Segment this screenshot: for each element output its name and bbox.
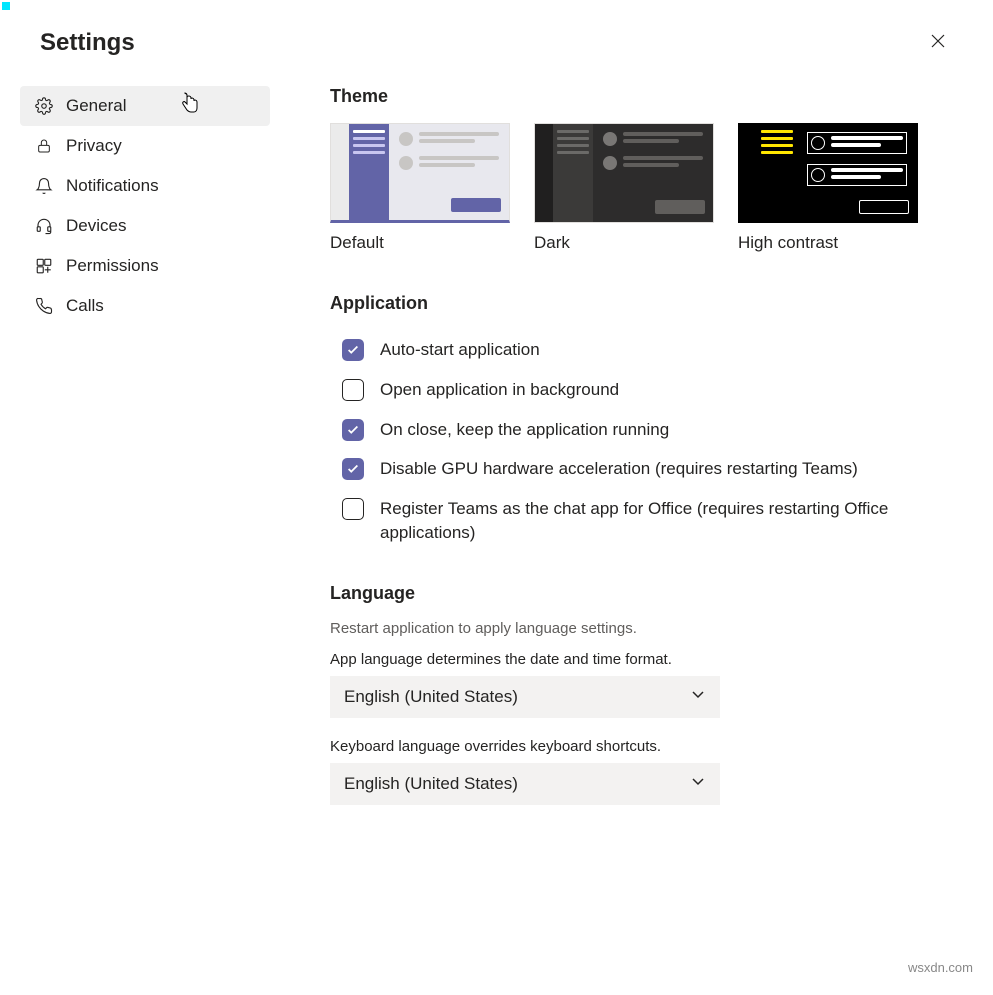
chevron-down-icon bbox=[690, 686, 706, 707]
sidebar-item-label: Calls bbox=[66, 296, 104, 316]
sidebar-item-notifications[interactable]: Notifications bbox=[20, 166, 270, 206]
checkbox-disable-gpu[interactable] bbox=[342, 458, 364, 480]
chevron-down-icon bbox=[690, 773, 706, 794]
checkbox-register-office[interactable] bbox=[342, 498, 364, 520]
theme-option-high-contrast[interactable]: High contrast bbox=[738, 123, 918, 253]
sidebar-item-general[interactable]: General bbox=[20, 86, 270, 126]
application-heading: Application bbox=[330, 293, 953, 314]
checkbox-label: On close, keep the application running bbox=[380, 418, 669, 442]
app-language-select[interactable]: English (United States) bbox=[330, 676, 720, 718]
settings-sidebar: General Privacy Notifications Devices bbox=[20, 86, 270, 825]
app-language-label: App language determines the date and tim… bbox=[330, 651, 953, 668]
checkbox-row-open-background: Open application in background bbox=[330, 370, 953, 410]
sidebar-item-permissions[interactable]: Permissions bbox=[20, 246, 270, 286]
theme-preview-dark bbox=[534, 123, 714, 223]
sidebar-item-privacy[interactable]: Privacy bbox=[20, 126, 270, 166]
sidebar-item-label: Permissions bbox=[66, 256, 159, 276]
pointer-cursor-icon bbox=[180, 92, 200, 121]
sidebar-item-label: General bbox=[66, 96, 126, 116]
sidebar-item-calls[interactable]: Calls bbox=[20, 286, 270, 326]
headset-icon bbox=[34, 216, 54, 236]
theme-option-default[interactable]: Default bbox=[330, 123, 510, 253]
lock-icon bbox=[34, 136, 54, 156]
checkbox-keep-running[interactable] bbox=[342, 419, 364, 441]
sidebar-item-devices[interactable]: Devices bbox=[20, 206, 270, 246]
sidebar-item-label: Notifications bbox=[66, 176, 159, 196]
apps-icon bbox=[34, 256, 54, 276]
sidebar-item-label: Privacy bbox=[66, 136, 122, 156]
checkbox-row-register-office: Register Teams as the chat app for Offic… bbox=[330, 489, 953, 553]
sidebar-item-label: Devices bbox=[66, 216, 126, 236]
theme-option-dark[interactable]: Dark bbox=[534, 123, 714, 253]
close-button[interactable] bbox=[923, 28, 953, 58]
checkbox-row-autostart: Auto-start application bbox=[330, 330, 953, 370]
page-title: Settings bbox=[40, 29, 135, 57]
language-heading: Language bbox=[330, 583, 953, 604]
keyboard-language-label: Keyboard language overrides keyboard sho… bbox=[330, 738, 953, 755]
checkbox-label: Register Teams as the chat app for Offic… bbox=[380, 497, 953, 545]
bell-icon bbox=[34, 176, 54, 196]
checkbox-label: Auto-start application bbox=[380, 338, 540, 362]
watermark: wsxdn.com bbox=[908, 960, 973, 975]
gear-icon bbox=[34, 96, 54, 116]
phone-icon bbox=[34, 296, 54, 316]
checkbox-row-keep-running: On close, keep the application running bbox=[330, 410, 953, 450]
close-icon bbox=[931, 34, 945, 53]
theme-label: Dark bbox=[534, 233, 714, 253]
theme-label: High contrast bbox=[738, 233, 918, 253]
checkbox-label: Disable GPU hardware acceleration (requi… bbox=[380, 457, 858, 481]
theme-label: Default bbox=[330, 233, 510, 253]
checkbox-autostart[interactable] bbox=[342, 339, 364, 361]
keyboard-language-select[interactable]: English (United States) bbox=[330, 763, 720, 805]
select-value: English (United States) bbox=[344, 774, 518, 794]
theme-preview-high-contrast bbox=[738, 123, 918, 223]
theme-heading: Theme bbox=[330, 86, 953, 107]
language-restart-hint: Restart application to apply language se… bbox=[330, 620, 953, 637]
checkbox-open-background[interactable] bbox=[342, 379, 364, 401]
checkbox-row-disable-gpu: Disable GPU hardware acceleration (requi… bbox=[330, 449, 953, 489]
theme-preview-default bbox=[330, 123, 510, 223]
checkbox-label: Open application in background bbox=[380, 378, 619, 402]
select-value: English (United States) bbox=[344, 687, 518, 707]
